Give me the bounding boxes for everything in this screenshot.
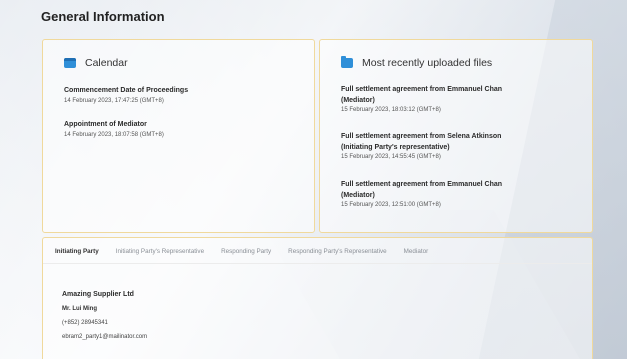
file-item[interactable]: Full settlement agreement from Emmanuel … [341,180,502,210]
party-email: ebram2_party1@mailinator.com [62,334,148,340]
calendar-event: Appointment of Mediator 14 February 2023… [64,120,164,140]
file-date: 15 February 2023, 18:03:12 (GMT+8) [341,107,441,113]
file-date: 15 February 2023, 12:51:00 (GMT+8) [341,202,441,208]
file-title-continued[interactable]: (Mediator) [341,191,502,202]
calendar-icon [64,58,76,68]
calendar-heading: Calendar [85,57,128,69]
folder-icon [341,56,353,68]
tab-initiating-party[interactable]: Initiating Party [49,245,107,264]
party-tabs-card: Initiating Party Initiating Party's Repr… [42,237,593,359]
file-title-continued[interactable]: (Initiating Party's representative) [341,143,501,154]
calendar-event-date: 14 February 2023, 17:47:25 (GMT+8) [64,97,164,104]
file-title[interactable]: Full settlement agreement from Selena At… [341,132,501,143]
calendar-card: Calendar Commencement Date of Proceeding… [42,39,315,233]
calendar-event-date: 14 February 2023, 18:07:58 (GMT+8) [64,131,164,138]
party-contact-name: Mr. Lui Ming [62,306,97,312]
party-tab-bar: Initiating Party Initiating Party's Repr… [49,245,445,264]
tab-responding-party[interactable]: Responding Party [221,245,271,262]
recent-files-header: Most recently uploaded files [341,56,493,69]
tab-divider [43,263,592,264]
file-item[interactable]: Full settlement agreement from Selena At… [341,132,501,162]
page-title: General Information [41,9,165,24]
file-item[interactable]: Full settlement agreement from Emmanuel … [341,85,502,115]
calendar-event-title: Appointment of Mediator [64,121,147,128]
calendar-event-title: Commencement Date of Proceedings [64,87,189,94]
tab-initiating-party-representative[interactable]: Initiating Party's Representative [116,245,204,262]
tab-responding-party-representative[interactable]: Responding Party's Representative [288,245,387,262]
calendar-card-header: Calendar [64,57,128,69]
file-title-continued[interactable]: (Mediator) [341,96,502,107]
recent-files-card: Most recently uploaded files Full settle… [319,39,593,233]
file-date: 15 February 2023, 14:55:45 (GMT+8) [341,154,441,160]
party-phone: (+852) 28945341 [62,320,108,326]
file-title[interactable]: Full settlement agreement from Emmanuel … [341,180,502,191]
party-details: Amazing Supplier Ltd Mr. Lui Ming (+852)… [62,290,147,347]
file-title[interactable]: Full settlement agreement from Emmanuel … [341,85,502,96]
calendar-event: Commencement Date of Proceedings 14 Febr… [64,86,188,106]
recent-files-heading: Most recently uploaded files [362,57,493,69]
party-company-name: Amazing Supplier Ltd [62,291,134,298]
tab-mediator[interactable]: Mediator [404,245,429,262]
